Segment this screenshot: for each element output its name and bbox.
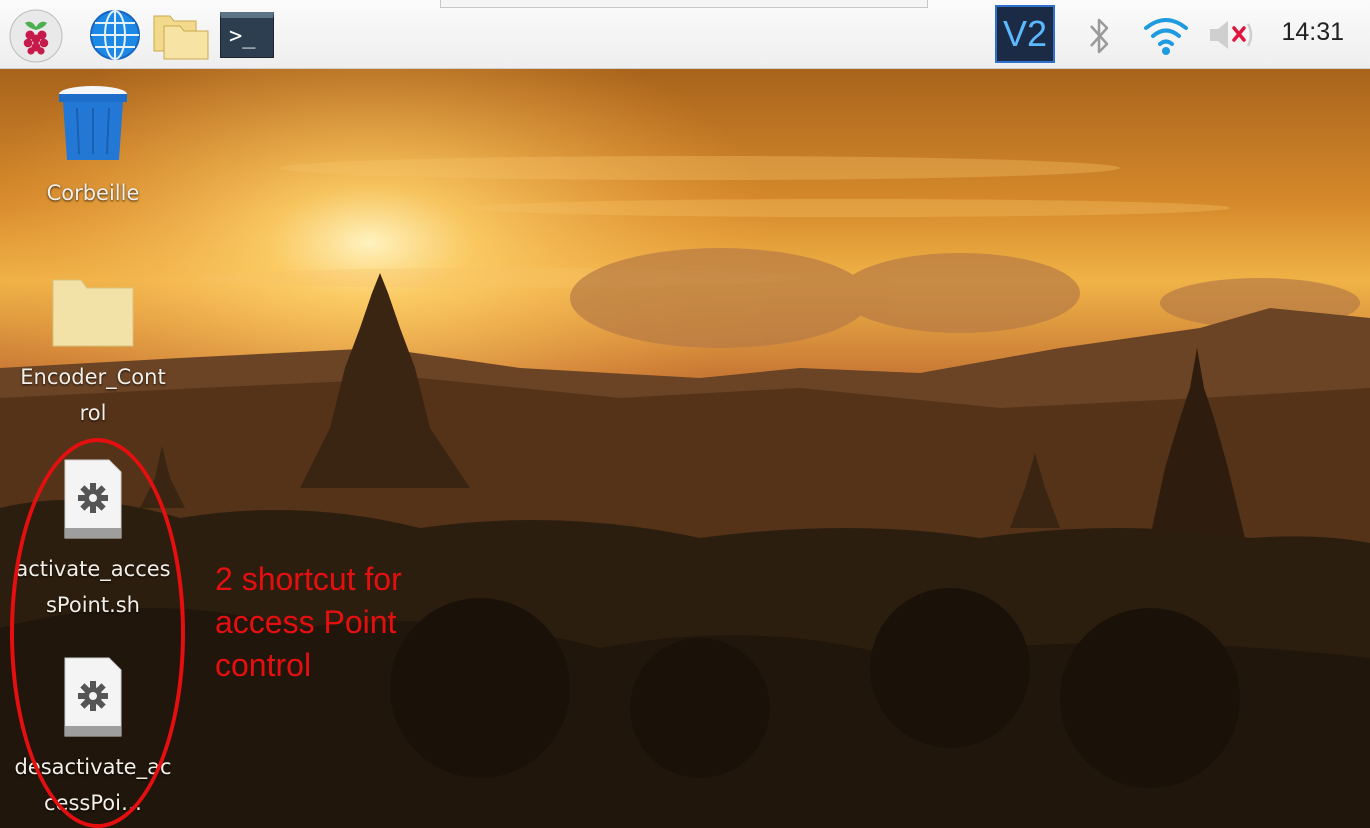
volume-tray-button[interactable] [1206,14,1256,56]
terminal-prompt: >_ [229,24,256,49]
sunset-wallpaper [0,68,1370,828]
bluetooth-icon [1090,18,1109,54]
annotation-line: access Point [215,604,397,640]
terminal-icon: >_ [220,12,274,58]
clock[interactable]: 14:31 [1281,18,1344,47]
annotation-circle [10,438,185,828]
file-manager-folder-icon [153,15,209,60]
window-list-strip[interactable] [440,0,928,8]
desktop-icon-label: Encoder_Control [20,365,166,425]
annotation-text: 2 shortcut for access Point control [215,558,402,687]
vnc-tray-button[interactable]: V2 [995,5,1057,65]
annotation-line: control [215,647,312,683]
bluetooth-tray-button[interactable] [1082,14,1116,58]
vnc-icon: V2 [995,5,1055,63]
trash-icon [59,86,127,160]
raspberry-menu-button[interactable] [8,8,64,64]
volume-muted-icon [1210,21,1253,49]
desktop[interactable]: Corbeille Encoder_Control activate_acces… [0,68,1370,828]
browser-globe-icon [90,10,140,60]
wifi-tray-button[interactable] [1140,12,1192,58]
raspberry-menu-icon [9,9,63,63]
folder-icon [52,279,134,347]
desktop-icon-folder[interactable]: Encoder_Control [8,276,178,431]
wifi-icon [1144,18,1188,55]
desktop-icon-label: Corbeille [46,181,140,205]
annotation-line: 2 shortcut for [215,561,402,597]
terminal-button[interactable]: >_ [220,12,276,60]
desktop-icon-trash[interactable]: Corbeille [8,80,178,211]
browser-button[interactable] [88,8,142,62]
file-manager-button[interactable] [152,12,210,60]
taskbar: >_ V2 14:31 [0,0,1370,69]
